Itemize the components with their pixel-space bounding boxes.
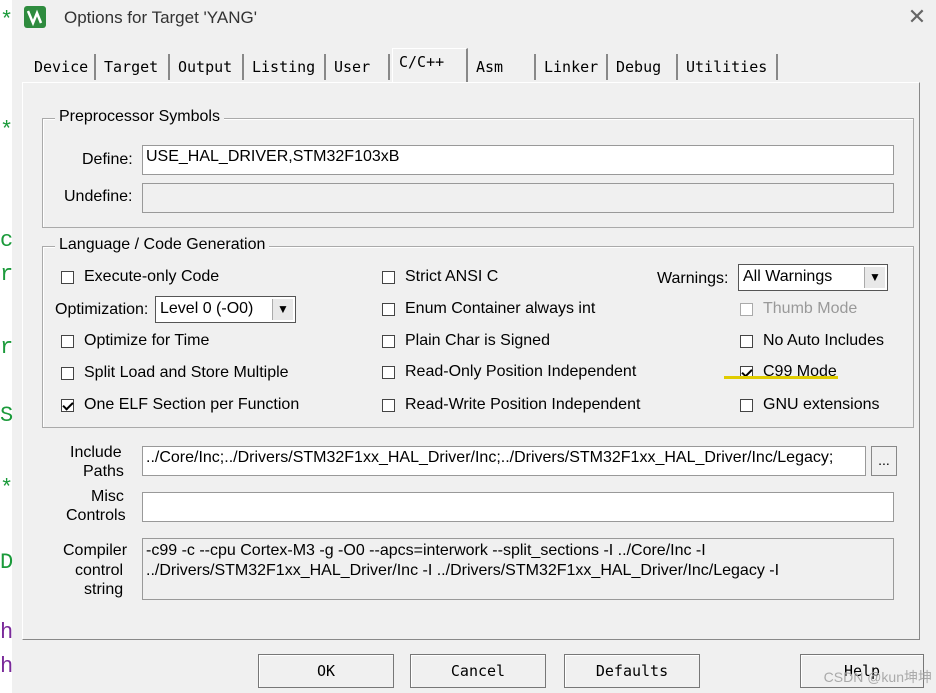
warnings-value: All Warnings	[743, 268, 833, 285]
checkbox-box[interactable]	[61, 398, 74, 412]
title-bar: Options for Target 'YANG' ✕	[12, 0, 936, 38]
optimization-select[interactable]: Level 0 (-O0) ▼	[155, 296, 296, 323]
define-label: Define:	[82, 151, 133, 168]
include-paths-input[interactable]: ../Core/Inc;../Drivers/STM32F1xx_HAL_Dri…	[142, 446, 866, 476]
side-char: c	[0, 228, 14, 253]
checkbox-box[interactable]	[382, 334, 395, 348]
one-elf-checkbox[interactable]: One ELF Section per Function	[61, 396, 299, 414]
tab-output[interactable]: Output	[172, 54, 244, 80]
tab-linker[interactable]: Linker	[538, 54, 608, 80]
tab-asm[interactable]: Asm	[470, 54, 536, 80]
chevron-down-icon[interactable]: ▼	[272, 299, 293, 320]
preprocessor-title: Preprocessor Symbols	[55, 108, 224, 126]
plain-char-checkbox[interactable]: Plain Char is Signed	[382, 332, 550, 350]
optimization-label: Optimization:	[55, 301, 149, 318]
compiler-label: Compiler	[63, 542, 128, 559]
controls-label: Controls	[66, 507, 126, 524]
split-load-checkbox[interactable]: Split Load and Store Multiple	[61, 364, 289, 382]
rw-pi-checkbox[interactable]: Read-Write Position Independent	[382, 396, 640, 414]
background-editor-strip: * * c r r S * D h h	[0, 0, 14, 693]
side-char: h	[0, 654, 14, 679]
window-title: Options for Target 'YANG'	[64, 8, 257, 27]
gnu-extensions-label: GNU extensions	[763, 396, 880, 413]
side-char: r	[0, 262, 14, 287]
checkbox-box[interactable]	[740, 334, 753, 348]
warnings-select[interactable]: All Warnings ▼	[738, 264, 888, 291]
checkbox-box[interactable]	[382, 398, 395, 412]
strict-ansi-label: Strict ANSI C	[405, 268, 499, 285]
cancel-button[interactable]: Cancel	[410, 654, 546, 688]
side-char: *	[0, 476, 14, 501]
highlight-underline	[724, 376, 838, 379]
close-icon[interactable]: ✕	[904, 4, 930, 30]
chevron-down-icon[interactable]: ▼	[864, 267, 885, 288]
enum-container-label: Enum Container always int	[405, 300, 596, 317]
compiler-line-1: -c99 -c --cpu Cortex-M3 -g -O0 --apcs=in…	[146, 542, 706, 559]
side-char: D	[0, 550, 14, 575]
misc-controls-input[interactable]	[142, 492, 894, 522]
misc-label: Misc	[91, 488, 124, 505]
side-char: *	[0, 118, 14, 143]
warnings-label: Warnings:	[657, 270, 729, 287]
tab-cpp[interactable]: C/C++	[392, 48, 468, 82]
keil-uvision-icon	[24, 6, 46, 28]
thumb-mode-label: Thumb Mode	[763, 300, 858, 317]
ok-button[interactable]: OK	[258, 654, 394, 688]
checkbox-box[interactable]	[61, 270, 74, 284]
checkbox-box[interactable]	[382, 302, 395, 316]
optimize-time-label: Optimize for Time	[84, 332, 210, 349]
plain-char-label: Plain Char is Signed	[405, 332, 550, 349]
watermark: CSDN @kun坤坤	[823, 669, 932, 685]
paths-label: Paths	[83, 463, 124, 480]
one-elf-label: One ELF Section per Function	[84, 396, 300, 413]
control-label: control	[75, 562, 124, 579]
defaults-button[interactable]: Defaults	[564, 654, 700, 688]
enum-container-checkbox[interactable]: Enum Container always int	[382, 300, 595, 318]
checkbox-box[interactable]	[61, 366, 74, 380]
compiler-control-string: -c99 -c --cpu Cortex-M3 -g -O0 --apcs=in…	[142, 538, 894, 600]
no-auto-includes-label: No Auto Includes	[763, 332, 884, 349]
execute-only-checkbox[interactable]: Execute-only Code	[61, 268, 219, 286]
compiler-line-2: ../Drivers/STM32F1xx_HAL_Driver/Inc -I .…	[146, 562, 780, 579]
ro-pi-label: Read-Only Position Independent	[405, 363, 637, 380]
rw-pi-label: Read-Write Position Independent	[405, 396, 641, 413]
tab-listing[interactable]: Listing	[246, 54, 326, 80]
checkbox-box[interactable]	[382, 365, 395, 379]
include-label: Include	[70, 444, 122, 461]
checkbox-box[interactable]	[61, 334, 74, 348]
tab-user[interactable]: User	[328, 54, 390, 80]
tab-debug[interactable]: Debug	[610, 54, 678, 80]
string-label: string	[84, 581, 124, 598]
undefine-label: Undefine:	[64, 188, 133, 205]
strict-ansi-checkbox[interactable]: Strict ANSI C	[382, 268, 498, 286]
side-char: r	[0, 335, 14, 360]
side-char: h	[0, 620, 14, 645]
no-auto-includes-checkbox[interactable]: No Auto Includes	[740, 332, 884, 350]
checkbox-box[interactable]	[740, 398, 753, 412]
checkbox-box[interactable]	[382, 270, 395, 284]
browse-button[interactable]: ...	[871, 446, 897, 476]
optimization-value: Level 0 (-O0)	[160, 300, 254, 317]
tab-target[interactable]: Target	[98, 54, 170, 80]
tab-device[interactable]: Device	[28, 54, 96, 80]
execute-only-label: Execute-only Code	[84, 268, 220, 285]
gnu-extensions-checkbox[interactable]: GNU extensions	[740, 396, 880, 414]
define-input[interactable]: USE_HAL_DRIVER,STM32F103xB	[142, 145, 894, 175]
ro-pi-checkbox[interactable]: Read-Only Position Independent	[382, 363, 636, 381]
undefine-input[interactable]	[142, 183, 894, 213]
thumb-mode-checkbox[interactable]: Thumb Mode	[740, 300, 857, 318]
tab-utilities[interactable]: Utilities	[680, 54, 778, 80]
split-load-label: Split Load and Store Multiple	[84, 364, 289, 381]
language-title: Language / Code Generation	[55, 236, 270, 254]
side-char: S	[0, 403, 14, 428]
checkbox-box[interactable]	[740, 302, 753, 316]
optimize-time-checkbox[interactable]: Optimize for Time	[61, 332, 209, 350]
